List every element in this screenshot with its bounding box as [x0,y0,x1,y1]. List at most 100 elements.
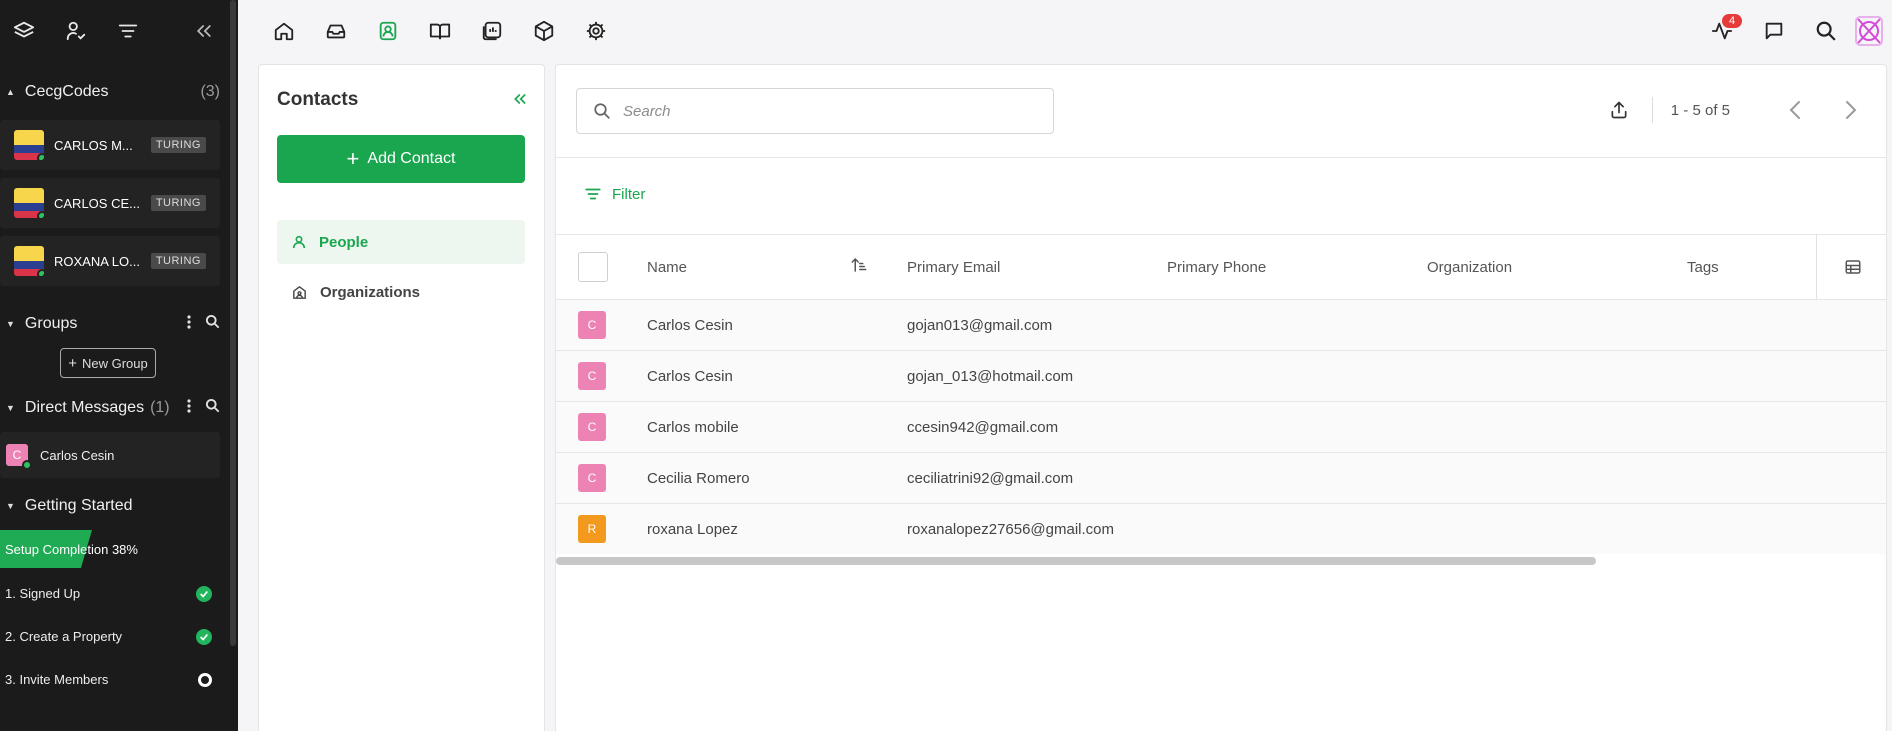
contact-name[interactable]: Cecilia Romero [647,470,750,487]
add-contact-button[interactable]: + Add Contact [277,135,525,183]
dm-item[interactable]: C Carlos Cesin [0,432,220,478]
divider [1651,97,1653,123]
contact-email[interactable]: roxanalopez27656@gmail.com [907,521,1114,538]
setup-step-label: 1. Signed Up [5,586,81,601]
contact-name[interactable]: Carlos mobile [647,419,739,436]
filter-lines-icon[interactable] [110,13,146,49]
reports-icon[interactable] [466,11,518,51]
search-icon[interactable] [205,398,220,418]
check-circle-icon [196,628,212,645]
channel-item[interactable]: ROXANA LO... TURING [0,236,220,286]
contact-email[interactable]: gojan013@gmail.com [907,317,1052,334]
box-icon[interactable] [518,11,570,51]
layers-icon[interactable] [6,13,42,49]
pending-circle-icon [198,672,212,687]
settings-icon[interactable] [570,11,622,51]
workspace-header[interactable]: ▲ CecgCodes (3) [0,74,238,110]
search-icon[interactable] [1800,11,1852,51]
caret-down-icon: ▼ [6,403,15,413]
table-columns-icon [1845,260,1860,274]
contact-email[interactable]: gojan_013@hotmail.com [907,368,1073,385]
inbox-icon[interactable] [310,11,362,51]
book-icon[interactable] [414,11,466,51]
channel-name: CARLOS CE... [54,195,140,211]
search-input[interactable] [623,102,1003,120]
setup-step-label: 3. Invite Members [5,672,109,687]
collapse-sidebar-icon[interactable] [186,13,222,49]
plus-icon: + [346,146,360,171]
table-row[interactable]: C Carlos mobile ccesin942@gmail.com [556,401,1886,452]
getting-started-title: Getting Started [24,497,133,514]
contact-email[interactable]: ceciliatrini92@gmail.com [907,470,1073,487]
avatar: R [578,515,606,543]
getting-started-header[interactable]: ▼ Getting Started [0,488,238,524]
table-row[interactable]: C Carlos Cesin gojan_013@hotmail.com [556,350,1886,401]
contact-email[interactable]: ccesin942@gmail.com [907,419,1058,436]
export-icon[interactable] [1604,100,1634,120]
online-indicator [22,460,32,470]
home-icon[interactable] [258,11,310,51]
online-indicator [37,269,44,276]
contacts-icon[interactable] [362,11,414,51]
top-bar: 4 [238,0,1892,62]
table-row[interactable]: C Cecilia Romero ceciliatrini92@gmail.co… [556,452,1886,503]
avatar: C [578,362,606,390]
setup-progress: Setup Completion 38% [0,524,238,568]
setup-progress-label: Setup Completion 38% [5,542,138,557]
sidebar-toolbar [0,0,238,62]
direct-messages-header[interactable]: ▼ Direct Messages (1) [0,390,238,426]
caret-down-icon: ▼ [6,319,15,329]
channel-name: CARLOS M... [54,137,133,153]
search-icon[interactable] [205,314,220,334]
app-logo[interactable] [1852,13,1886,49]
nav-item-label: Organizations [320,283,421,301]
contact-name[interactable]: roxana Lopez [647,521,738,538]
channel-item[interactable]: CARLOS CE... TURING [0,178,220,228]
avatar: C [578,311,606,339]
horizontal-scrollbar[interactable] [556,557,1596,565]
column-header-name[interactable]: Name [647,259,687,276]
column-settings-button[interactable] [1816,235,1886,299]
more-vertical-icon[interactable] [187,314,191,334]
flag-icon [14,246,44,276]
online-indicator [37,211,44,218]
nav-item-people[interactable]: People [277,220,525,264]
column-header-tags[interactable]: Tags [1687,259,1719,276]
contacts-table-panel: 1 - 5 of 5 Filter Name Primary Email Pri… [555,64,1887,731]
more-vertical-icon[interactable] [187,398,191,418]
collapse-panel-icon[interactable] [512,91,528,110]
contact-name[interactable]: Carlos Cesin [647,368,733,385]
groups-header[interactable]: ▼ Groups [0,306,238,342]
contacts-panel: Contacts + Add Contact People Organizati… [258,64,545,731]
setup-step[interactable]: 3. Invite Members [0,658,238,701]
nav-item-label: People [319,233,369,251]
search-box[interactable] [576,88,1054,134]
table-row[interactable]: R roxana Lopez roxanalopez27656@gmail.co… [556,503,1886,554]
plus-icon: + [68,354,77,372]
channel-badge: TURING [150,253,206,269]
column-header-phone[interactable]: Primary Phone [1167,259,1266,276]
activity-button[interactable]: 4 [1696,11,1748,51]
chevron-left-icon[interactable] [1782,100,1808,120]
user-check-icon[interactable] [58,13,94,49]
column-header-email[interactable]: Primary Email [907,259,1000,276]
nav-item-organizations[interactable]: Organizations [277,270,525,314]
notification-badge: 4 [1722,14,1743,28]
direct-messages-count: (1) [150,399,170,416]
table-row[interactable]: C Carlos Cesin gojan013@gmail.com [556,299,1886,350]
channel-item[interactable]: CARLOS M... TURING [0,120,220,170]
chat-icon[interactable] [1748,11,1800,51]
filter-icon [585,188,601,200]
sort-ascending-icon[interactable] [850,256,868,278]
select-all-checkbox[interactable] [578,252,608,282]
column-header-organization[interactable]: Organization [1427,259,1512,276]
top-bar-actions: 4 [1696,11,1892,51]
divider [556,157,1886,158]
setup-step[interactable]: 2. Create a Property [0,615,238,658]
channel-badge: TURING [150,195,206,211]
new-group-button[interactable]: + New Group [60,348,156,378]
setup-step[interactable]: 1. Signed Up [0,572,238,615]
filter-button[interactable]: Filter [584,185,645,203]
contact-name[interactable]: Carlos Cesin [647,317,733,334]
chevron-right-icon[interactable] [1838,100,1864,120]
